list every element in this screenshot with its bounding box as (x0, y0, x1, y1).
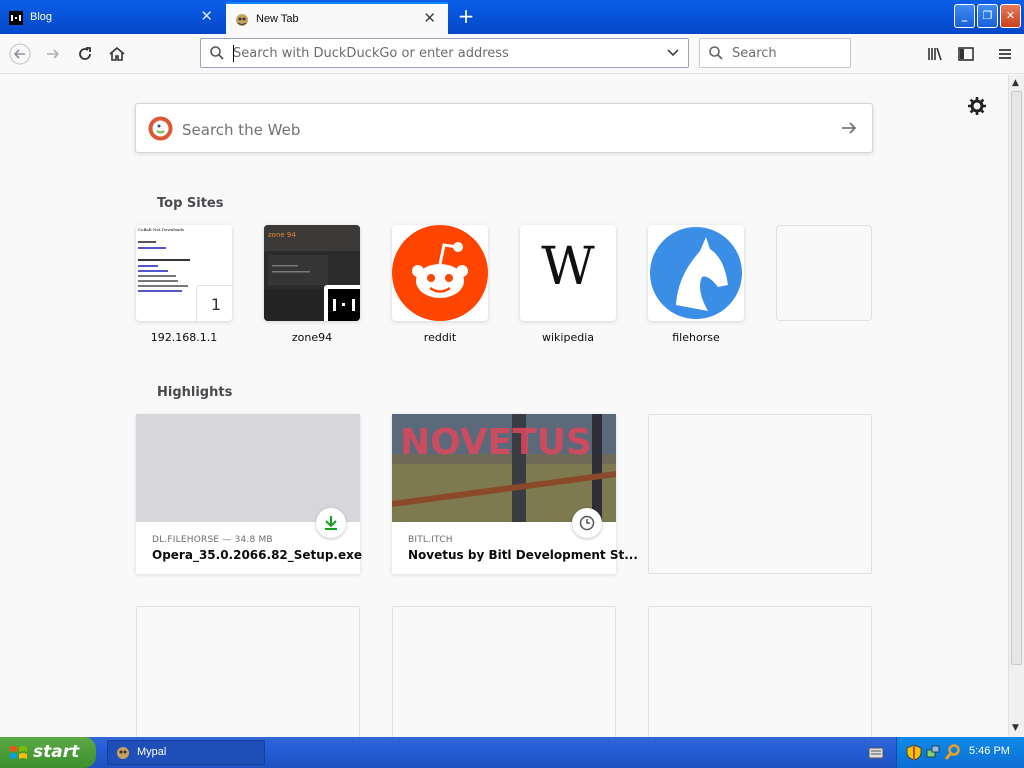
card-badge (572, 508, 602, 538)
top-site-tile-filehorse[interactable] (648, 225, 744, 321)
arrow-right-icon[interactable] (840, 120, 858, 136)
nav-toolbar: Search with DuckDuckGo or enter address … (0, 34, 1024, 74)
newtab-page: Search the Web Top Sites CoBalt Net Down… (0, 75, 1008, 737)
highlights-title: Highlights (157, 385, 233, 400)
search-icon (709, 46, 723, 60)
clock: 5:46 PM (969, 745, 1010, 757)
highlight-placeholder (648, 414, 872, 574)
keyboard-icon[interactable] (868, 746, 884, 760)
gear-icon[interactable] (966, 95, 988, 117)
close-window-button[interactable]: ✕ (1000, 4, 1021, 28)
home-icon[interactable] (106, 43, 128, 65)
top-site-tile-wikipedia[interactable]: W (520, 225, 616, 321)
system-tray: 5:46 PM (896, 737, 1024, 768)
clock-icon (579, 515, 595, 531)
tab-strip: Blog ✕ New Tab ✕ + _ ❐ ✕ (0, 0, 1024, 34)
windows-logo-icon (10, 746, 27, 759)
card-source: DL.FILEHORSE — 34.8 MB (152, 535, 273, 545)
top-site-label: wikipedia (541, 331, 594, 344)
scroll-thumb[interactable] (1011, 91, 1022, 665)
thumbnail-text: NOVETUS (400, 422, 592, 463)
top-site-empty[interactable] (776, 225, 872, 321)
card-badge (316, 508, 346, 538)
site-favicon (324, 285, 360, 321)
reload-icon[interactable] (74, 43, 96, 65)
minimize-button[interactable]: _ (954, 4, 975, 28)
back-icon[interactable] (9, 43, 31, 65)
search-bar[interactable]: Search (699, 38, 851, 68)
search-placeholder: Search (732, 46, 777, 61)
tab-new-tab[interactable]: New Tab ✕ (226, 2, 448, 34)
menu-icon[interactable] (994, 43, 1016, 65)
card-title: Opera_35.0.2066.82_Setup.exe (152, 548, 362, 562)
card-title: Novetus by Bitl Development St... (408, 548, 638, 562)
card-thumbnail: NOVETUS (392, 414, 616, 522)
search-icon (210, 46, 224, 60)
site-badge: 1 (196, 285, 232, 321)
taskbar: start Mypal 5:46 PM (0, 737, 1024, 768)
forward-icon[interactable] (42, 43, 64, 65)
highlight-card[interactable]: NOVETUS BITL.ITCH Novetus by Bitl Develo… (392, 414, 638, 574)
start-button[interactable]: start (0, 737, 96, 768)
card-source: BITL.ITCH (408, 535, 453, 545)
top-site-label: reddit (423, 331, 457, 344)
filehorse-logo-icon (650, 227, 742, 319)
site-screenshot-text: CoBalt Net Downloads (138, 227, 184, 232)
mypal-favicon-icon (117, 747, 129, 759)
text-caret (233, 45, 234, 62)
highlight-placeholder (392, 606, 616, 737)
highlight-placeholder (648, 606, 872, 737)
start-label: start (33, 742, 80, 762)
blog-favicon-icon (9, 11, 23, 25)
address-placeholder: Search with DuckDuckGo or enter address (233, 46, 509, 61)
maximize-button[interactable]: ❐ (977, 4, 998, 28)
vertical-scrollbar[interactable]: ▲ ▼ (1008, 75, 1024, 737)
taskbar-item-mypal[interactable]: Mypal (107, 740, 265, 765)
close-tab-icon[interactable]: ✕ (200, 9, 213, 24)
site-screenshot-text: zone 94 (268, 231, 296, 239)
top-site-tile-reddit[interactable] (392, 225, 488, 321)
top-site-label: filehorse (672, 331, 720, 344)
web-search-box[interactable]: Search the Web (135, 103, 873, 153)
scroll-down-icon[interactable]: ▼ (1012, 723, 1019, 733)
duckduckgo-logo-icon (148, 116, 173, 141)
network-icon[interactable] (925, 744, 941, 761)
highlight-placeholder (136, 606, 360, 737)
scroll-up-icon[interactable]: ▲ (1012, 78, 1019, 88)
zone94-favicon-icon (328, 289, 360, 321)
top-site-label: zone94 (291, 331, 333, 344)
highlight-card[interactable]: DL.FILEHORSE — 34.8 MB Opera_35.0.2066.8… (136, 414, 362, 574)
shield-icon[interactable] (906, 744, 922, 761)
novetus-thumbnail: NOVETUS (392, 414, 616, 522)
taskbar-item-label: Mypal (137, 746, 167, 758)
library-icon[interactable] (924, 43, 946, 65)
wikipedia-logo-icon: W (541, 237, 595, 297)
top-site-tile-lan[interactable]: CoBalt Net Downloads 1 (136, 225, 232, 321)
tab-title: Blog (30, 11, 53, 23)
close-tab-icon[interactable]: ✕ (423, 11, 436, 26)
top-sites-title: Top Sites (157, 196, 224, 211)
card-thumbnail (136, 414, 360, 522)
new-tab-button[interactable]: + (452, 4, 480, 30)
web-search-placeholder: Search the Web (182, 121, 301, 139)
magnifier-icon[interactable] (945, 744, 961, 761)
tab-title: New Tab (256, 13, 299, 25)
download-icon (325, 516, 337, 530)
chevron-down-icon[interactable] (666, 47, 680, 59)
top-site-label: 192.168.1.1 (150, 331, 218, 344)
tab-blog[interactable]: Blog ✕ (0, 2, 225, 34)
sidebar-icon[interactable] (955, 43, 977, 65)
reddit-logo-icon (392, 225, 488, 321)
top-site-tile-zone94[interactable]: zone 94 (264, 225, 360, 321)
address-bar[interactable]: Search with DuckDuckGo or enter address (200, 38, 689, 68)
mypal-favicon-icon (236, 14, 248, 26)
